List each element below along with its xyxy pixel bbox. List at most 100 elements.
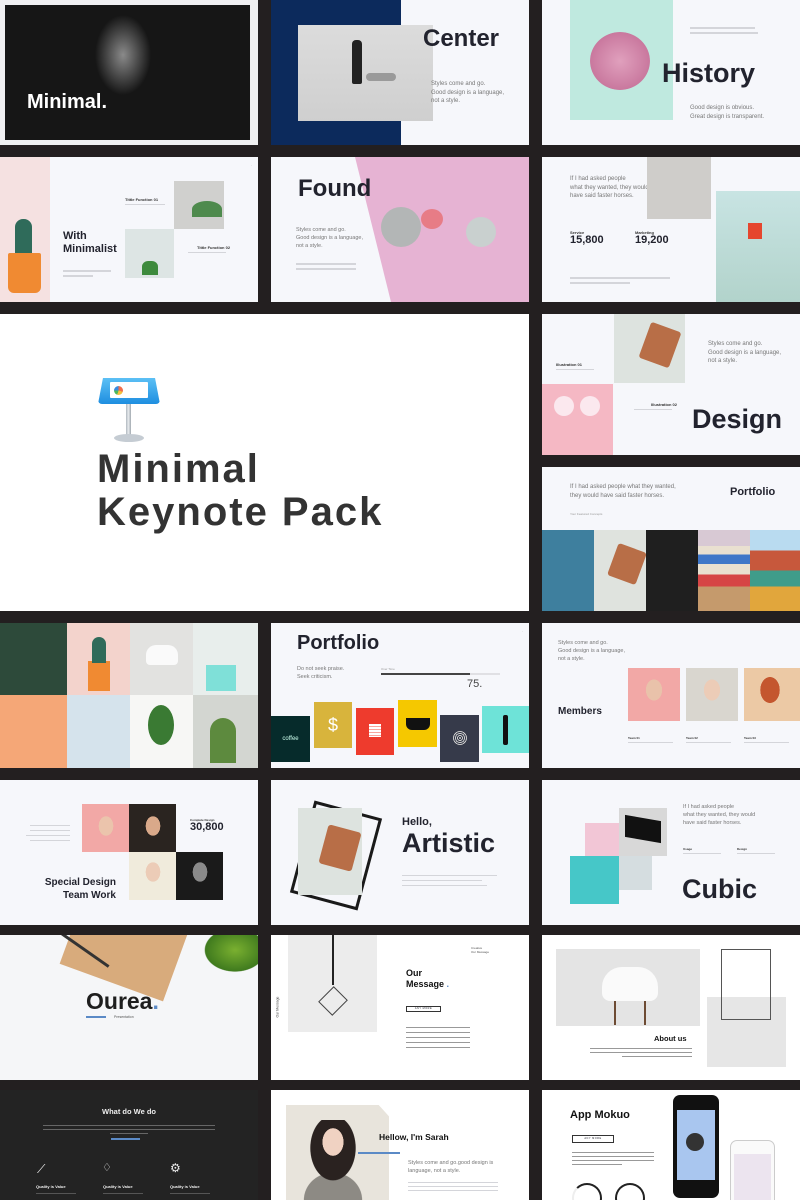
corner-label: Creative Our Message <box>471 946 490 955</box>
diamond-icon: ♢ <box>102 1162 112 1174</box>
title-line: Message <box>406 979 445 990</box>
phone-white <box>730 1140 775 1200</box>
slide-title: History <box>662 58 756 88</box>
chess-photo <box>298 25 433 121</box>
slide-our-message[interactable]: Our Message Creative Our Message Our Mes… <box>271 935 529 1080</box>
slide-body: Styles come and go. Good design is a lan… <box>296 227 363 251</box>
accent-line <box>358 1152 400 1154</box>
slide-portfolio-strip[interactable]: If I had asked people what they wanted, … <box>542 467 800 611</box>
plant <box>200 935 258 975</box>
stat-value: 30,800 <box>190 821 224 833</box>
tile-boat <box>398 700 437 747</box>
slide-title: Members <box>558 706 602 717</box>
body-line: Good design is a language, <box>296 234 363 241</box>
text-frame <box>721 949 771 1020</box>
lollipop-photo <box>542 384 613 455</box>
chess-king <box>352 40 362 84</box>
member-photo-1 <box>628 668 680 721</box>
slide-title: With Minimalist <box>63 230 117 255</box>
slide-photo-grid[interactable] <box>0 623 258 768</box>
slide-title: Portfolio <box>297 632 380 654</box>
slide-what-we-do[interactable]: What do We do ⟋ ♢ ⚙ Quality is Value Qua… <box>0 1090 258 1200</box>
slide-app-mokuo[interactable]: App Mokuo ANY MORE <box>542 1090 800 1200</box>
progress-ring-1 <box>572 1183 602 1200</box>
slide-members[interactable]: Styles come and go. Good design is a lan… <box>542 623 800 768</box>
member-photo-3 <box>744 668 800 721</box>
slide-body: Styles come and go. Good design is a lan… <box>431 80 504 106</box>
succulent-photo <box>647 157 711 219</box>
tile-dollar: $ <box>314 702 352 748</box>
title-line: Special Design <box>44 877 116 888</box>
tower-icon <box>503 715 508 745</box>
title-line: With <box>63 230 87 242</box>
team-label: Team 03 <box>744 736 756 740</box>
slide-team-work[interactable]: Complete Design 30,800 Special Design Te… <box>0 780 258 925</box>
slide-artistic[interactable]: Hello, Artistic <box>271 780 529 925</box>
slide-title: Hellow, I'm Sarah <box>379 1132 449 1142</box>
body-line: Styles come and go. <box>431 81 486 87</box>
feature-title: Quality is Value <box>103 1184 133 1189</box>
any-more-button[interactable]: ANY MORE <box>406 1006 441 1012</box>
slide-stats[interactable]: If I had asked people what they wanted, … <box>542 157 800 302</box>
slide-portfolio-tiles[interactable]: Portfolio Do not seek praise. Seek criti… <box>271 623 529 768</box>
quote-line: have said faster horses. <box>570 193 634 200</box>
lollipop <box>580 396 600 416</box>
photo-tools <box>646 530 698 611</box>
slide-quote: Styles come and go. Good design is a lan… <box>558 640 625 664</box>
hero-title: Minimal Keynote Pack <box>97 448 383 534</box>
sharpener <box>748 223 762 239</box>
slide-sarah[interactable]: Hellow, I'm Sarah Styles come and go.goo… <box>271 1090 529 1200</box>
photo-palm <box>0 695 67 768</box>
quote-line: not a style. <box>558 655 585 662</box>
slide-title: What do We do <box>101 1107 157 1116</box>
gear-icon: ⚙ <box>170 1161 181 1175</box>
progress-fill <box>381 673 471 675</box>
quote-line: Great design is transparent. <box>690 113 765 120</box>
accent-dot: . <box>152 988 159 1014</box>
subtitle: Presentation <box>114 1015 134 1019</box>
title-line: Our <box>406 968 423 978</box>
slide-title: About us <box>654 1034 687 1043</box>
slide-ourea[interactable]: Ourea. Presentation <box>0 935 258 1080</box>
slide-center[interactable]: Center Styles come and go. Good design i… <box>271 0 529 145</box>
slide-design[interactable]: Illustration 01 Illustration 02 Styles c… <box>542 314 800 455</box>
vector-icon: ⟋ <box>37 1162 46 1176</box>
slide-cubic[interactable]: If I had asked people what they wanted, … <box>542 780 800 925</box>
quote-line: If I had asked people <box>570 176 626 182</box>
quote-line: what they wanted, they would <box>570 184 649 191</box>
slide-quote: Do not seek praise. Seek criticism. <box>297 666 344 682</box>
tile-tower <box>482 706 529 753</box>
slide-title: App Mokuo <box>570 1109 630 1121</box>
any-more-button[interactable]: ANY MORE <box>572 1135 614 1143</box>
photo-teal <box>570 856 619 904</box>
cactus <box>15 219 32 255</box>
slide-history[interactable]: History Good design is obvious. Great de… <box>542 0 800 145</box>
slide-quote: Styles come and go. Good design is a lan… <box>708 340 781 366</box>
quote-line: Seek criticism. <box>297 673 333 680</box>
orange-pot <box>8 253 41 293</box>
slide-quote: If I had asked people what they wanted, … <box>570 175 649 201</box>
slide-minimal[interactable]: Minimal. <box>0 0 258 145</box>
body-line: not a style. <box>296 242 323 249</box>
function-label-2: Tittle Function 02 <box>197 245 231 250</box>
title-line: Minimalist <box>63 242 117 255</box>
stone-2 <box>466 217 496 247</box>
slide-title: Center <box>423 25 500 52</box>
photo-succulents <box>0 623 67 695</box>
quote-line: not a style. <box>708 358 738 365</box>
quote-line: If I had asked people what they wanted, <box>570 484 676 490</box>
flower <box>590 32 650 90</box>
chair <box>602 967 658 1001</box>
slide-with-minimalist[interactable]: With Minimalist Tittle Function 01 Tittl… <box>0 157 258 302</box>
slide-about-us[interactable]: About us <box>542 935 800 1080</box>
usage-label: Usage <box>683 847 693 851</box>
slide-found[interactable]: Found Styles come and go. Good design is… <box>271 157 529 302</box>
slide-title: Cubic <box>682 874 758 904</box>
corner-line: Our Message <box>471 949 490 954</box>
photo-leaf <box>67 695 130 768</box>
title-text: Ourea <box>86 988 153 1014</box>
chair-legs <box>614 1001 646 1025</box>
slide-title: Artistic <box>402 828 496 858</box>
phone-screen <box>734 1154 771 1200</box>
button-label: ANY MORE <box>584 1137 602 1140</box>
